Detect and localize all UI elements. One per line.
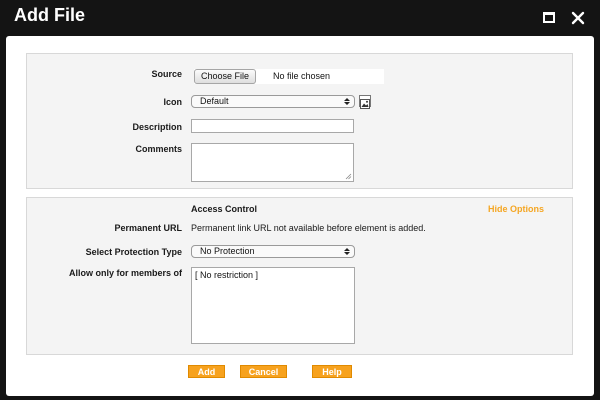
dialog-title: Add File xyxy=(14,5,85,25)
dialog-titlebar: Add File xyxy=(0,0,600,36)
icon-preview-button[interactable] xyxy=(359,95,371,109)
cancel-button[interactable]: Cancel xyxy=(240,365,287,378)
maximize-icon xyxy=(543,12,555,23)
protection-type-select[interactable]: No Protection xyxy=(191,245,355,258)
select-arrows-icon xyxy=(344,248,350,255)
resize-grip-icon[interactable] xyxy=(345,173,352,180)
comments-label: Comments xyxy=(135,144,182,154)
source-file-input[interactable]: Choose File No file chosen xyxy=(194,69,384,84)
dialog-body: Source Choose File No file chosen Icon D… xyxy=(6,36,594,396)
icon-select-value: Default xyxy=(200,96,229,106)
source-label: Source xyxy=(151,69,182,79)
close-icon xyxy=(571,11,585,25)
icon-label: Icon xyxy=(163,97,182,107)
file-status-text: No file chosen xyxy=(273,71,331,81)
members-listbox[interactable]: [ No restriction ] xyxy=(191,267,355,344)
members-label: Allow only for members of xyxy=(68,268,182,278)
permanent-url-label: Permanent URL xyxy=(114,223,182,233)
hide-options-link[interactable]: Hide Options xyxy=(488,204,544,214)
access-control-heading: Access Control xyxy=(191,204,258,214)
protection-type-value: No Protection xyxy=(200,246,255,256)
protection-type-label: Select Protection Type xyxy=(85,247,182,257)
description-input[interactable] xyxy=(191,119,354,133)
icon-select[interactable]: Default xyxy=(191,95,355,108)
select-arrows-icon xyxy=(344,98,350,105)
add-button[interactable]: Add xyxy=(188,365,225,378)
choose-file-button[interactable]: Choose File xyxy=(194,69,257,84)
description-label: Description xyxy=(132,122,182,132)
close-button[interactable] xyxy=(568,8,588,28)
image-icon xyxy=(360,99,370,109)
list-item[interactable]: [ No restriction ] xyxy=(195,270,258,280)
permanent-url-value: Permanent link URL not available before … xyxy=(191,223,426,233)
help-button[interactable]: Help xyxy=(312,365,352,378)
comments-textarea[interactable] xyxy=(191,143,354,182)
maximize-button[interactable] xyxy=(539,8,559,28)
